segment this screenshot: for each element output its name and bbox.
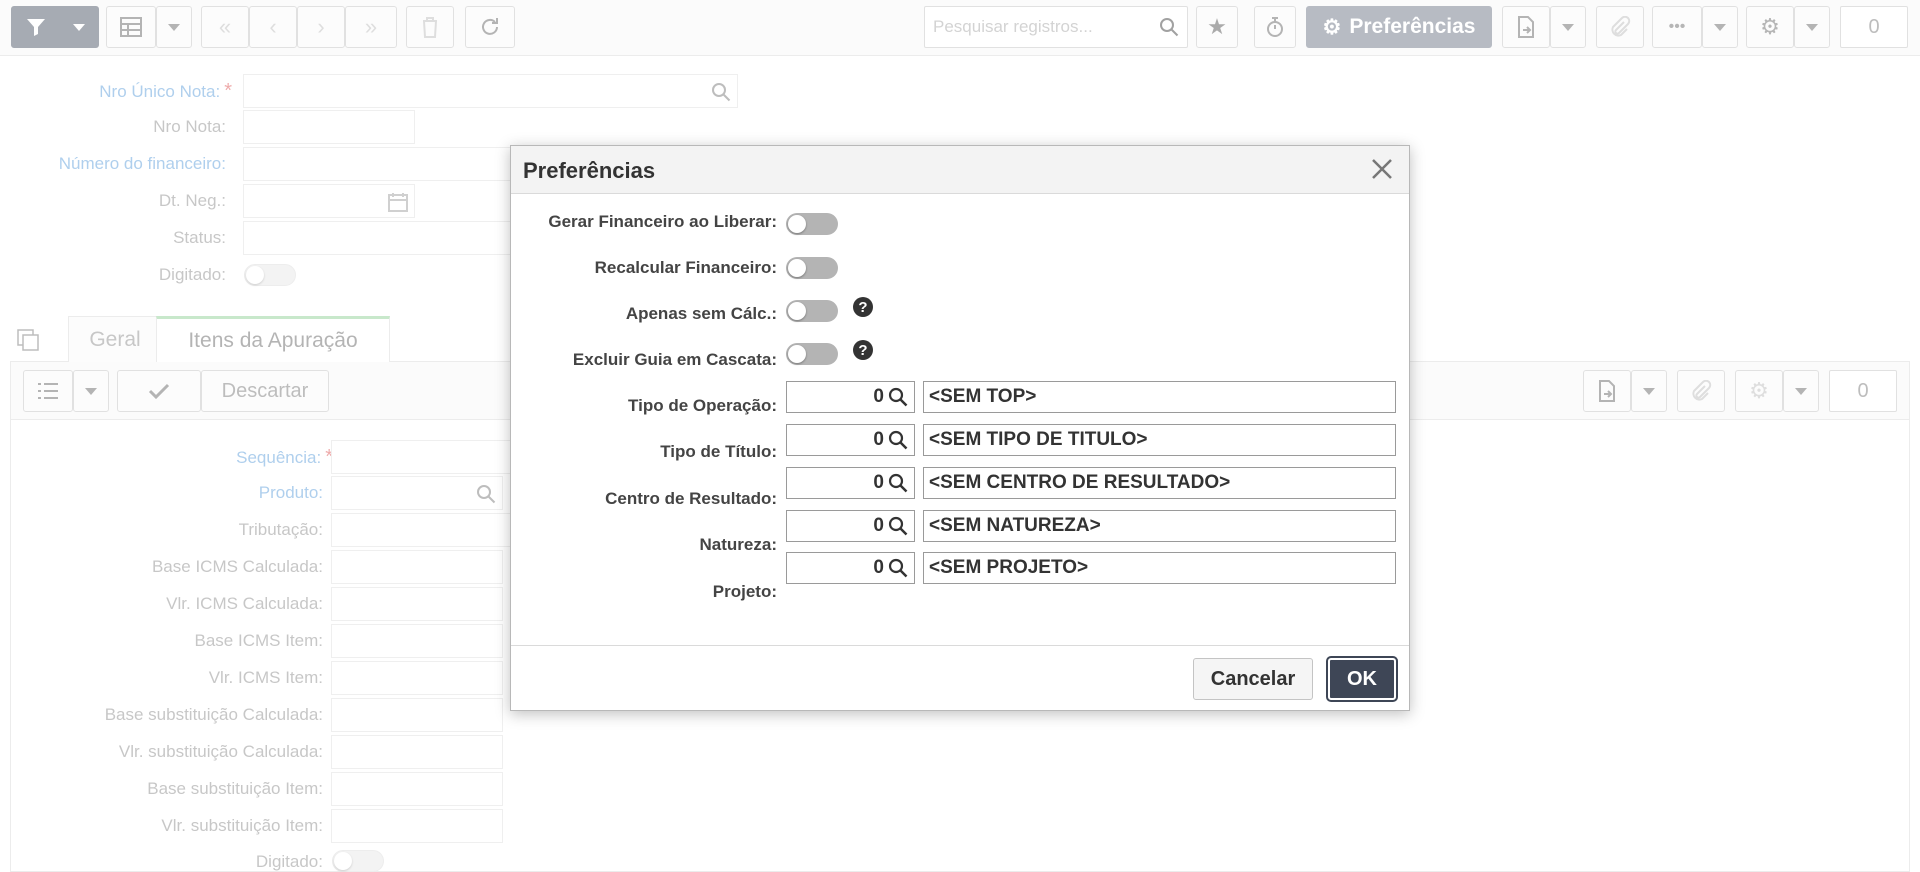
search-icon[interactable] — [888, 558, 908, 578]
close-icon[interactable] — [1369, 156, 1395, 182]
dialog-title: Preferências — [523, 158, 656, 183]
search-icon[interactable] — [888, 516, 908, 536]
ok-button[interactable]: OK — [1326, 656, 1398, 702]
search-icon[interactable] — [888, 473, 908, 493]
lookup-label-natureza: Natureza: — [699, 535, 777, 554]
preferences-dialog: Preferências Gerar Financeiro ao Liberar… — [510, 145, 1410, 711]
recalcular-financeiro-toggle[interactable] — [786, 257, 838, 279]
code-value: 0 — [873, 557, 884, 578]
centro-resultado-code-input[interactable]: 0 — [786, 467, 915, 499]
lookup-label-tipo-operacao: Tipo de Operação: — [628, 396, 777, 415]
lookup-label-tipo-titulo: Tipo de Título: — [660, 442, 777, 461]
natureza-description: <SEM NATUREZA> — [923, 510, 1396, 542]
projeto-description: <SEM PROJETO> — [923, 552, 1396, 584]
help-icon[interactable]: ? — [853, 297, 873, 317]
toggle-label-recalcular: Recalcular Financeiro: — [594, 258, 777, 277]
code-value: 0 — [873, 429, 884, 450]
apenas-sem-calc-toggle[interactable] — [786, 300, 838, 322]
tipo-operacao-code-input[interactable]: 0 — [786, 381, 915, 413]
code-value: 0 — [873, 386, 884, 407]
tipo-titulo-description: <SEM TIPO DE TITULO> — [923, 424, 1396, 456]
tipo-titulo-code-input[interactable]: 0 — [786, 424, 915, 456]
gerar-financeiro-toggle[interactable] — [786, 213, 838, 235]
centro-resultado-description: <SEM CENTRO DE RESULTADO> — [923, 467, 1396, 499]
lookup-label-centro-resultado: Centro de Resultado: — [605, 489, 777, 508]
toggle-label-apenas-sem-calc: Apenas sem Cálc.: — [625, 304, 777, 323]
tipo-operacao-description: <SEM TOP> — [923, 381, 1396, 413]
help-icon[interactable]: ? — [853, 340, 873, 360]
search-icon[interactable] — [888, 387, 908, 407]
code-value: 0 — [873, 515, 884, 536]
toggle-label-excluir-guia: Excluir Guia em Cascata: — [572, 350, 777, 369]
natureza-code-input[interactable]: 0 — [786, 510, 915, 542]
code-value: 0 — [873, 472, 884, 493]
toggle-label-gerar-financeiro: Gerar Financeiro ao Liberar: — [548, 212, 777, 231]
search-icon[interactable] — [888, 430, 908, 450]
dialog-footer: Cancelar OK — [511, 645, 1409, 711]
excluir-guia-toggle[interactable] — [786, 343, 838, 365]
dialog-header: Preferências — [511, 146, 1409, 194]
cancel-button[interactable]: Cancelar — [1193, 658, 1313, 700]
lookup-label-projeto: Projeto: — [712, 582, 777, 601]
projeto-code-input[interactable]: 0 — [786, 552, 915, 584]
